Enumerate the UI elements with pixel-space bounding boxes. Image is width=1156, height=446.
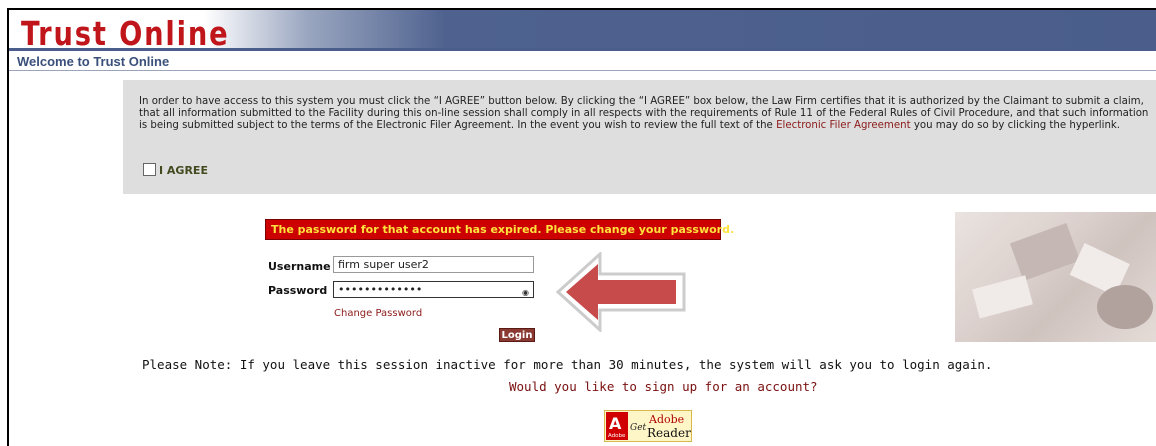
change-password-link[interactable]: Change Password (334, 308, 422, 319)
electronic-filer-agreement-link[interactable]: Electronic Filer Agreement (776, 120, 911, 131)
adobe-logo-letter: A (609, 414, 622, 433)
agreement-text: In order to have access to this system y… (139, 96, 1156, 132)
i-agree-label[interactable]: I AGREE (159, 164, 208, 177)
password-value: ••••••••••••• (338, 283, 423, 296)
adobe-reader-text: Reader (647, 426, 691, 440)
page-title: Welcome to Trust Online (17, 54, 170, 69)
error-banner: The password for that account has expire… (265, 219, 734, 240)
password-input[interactable]: ••••••••••••• ◉ (333, 281, 534, 298)
office-photo (955, 212, 1156, 342)
session-timeout-note: Please Note: If you leave this session i… (142, 357, 993, 372)
adobe-brand-text: Adobe (649, 413, 685, 426)
username-value: firm super user2 (338, 258, 429, 271)
agreement-text-end: you may do so by clicking the hyperlink. (910, 120, 1121, 131)
top-border (7, 8, 1156, 10)
header-banner: Trust Online (9, 10, 1156, 53)
header-divider (9, 48, 1156, 51)
adobe-logo-caption: Adobe (608, 433, 626, 439)
password-label: Password (268, 284, 328, 297)
error-message: The password for that account has expire… (271, 223, 735, 236)
adobe-logo-icon: A Adobe (606, 412, 628, 440)
left-border (7, 8, 9, 446)
reveal-password-icon[interactable]: ◉ (522, 286, 529, 299)
adobe-get-text: Get (630, 423, 647, 433)
title-divider (9, 70, 1156, 71)
trust-online-logo: Trust Online (21, 14, 230, 53)
get-adobe-reader-button[interactable]: A Adobe Get Adobe Reader (604, 410, 692, 442)
login-button[interactable]: Login (499, 328, 535, 342)
i-agree-checkbox[interactable] (143, 163, 156, 176)
signup-link[interactable]: Would you like to sign up for an account… (509, 379, 818, 394)
username-input[interactable]: firm super user2 (333, 256, 534, 273)
username-label: Username (268, 260, 331, 273)
arrow-annotation-icon (556, 252, 686, 332)
agreement-panel: In order to have access to this system y… (123, 80, 1156, 194)
page-frame: Trust Online Welcome to Trust Online In … (0, 0, 1156, 446)
